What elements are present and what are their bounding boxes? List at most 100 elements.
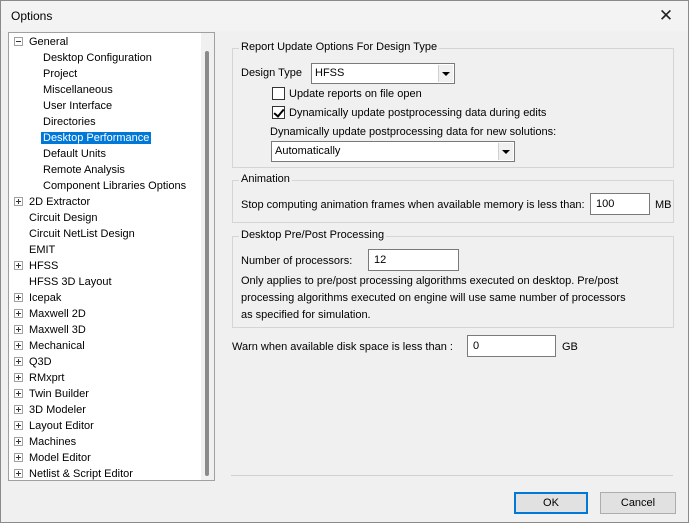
tree-item-label: Layout Editor	[29, 420, 94, 432]
tree-item[interactable]: Mechanical	[14, 338, 87, 354]
tree-item[interactable]: 3D Modeler	[14, 402, 88, 418]
expand-plus-icon[interactable]	[14, 197, 23, 206]
animation-memory-input[interactable]: 100	[590, 193, 650, 215]
tree-item-label: Desktop Configuration	[43, 52, 152, 64]
expand-plus-icon[interactable]	[14, 405, 23, 414]
tree-item[interactable]: EMIT	[14, 242, 57, 258]
tree-item[interactable]: 2D Extractor	[14, 194, 92, 210]
tree-item[interactable]: Default Units	[41, 146, 108, 162]
tree-item[interactable]: Netlist & Script Editor	[14, 466, 135, 480]
design-type-value: HFSS	[315, 67, 345, 79]
tree-item[interactable]: User Interface	[41, 98, 114, 114]
footer-separator	[231, 475, 673, 476]
tree-item[interactable]: Icepak	[14, 290, 63, 306]
tree-item-label: Maxwell 2D	[29, 308, 86, 320]
options-tree[interactable]: General Desktop Configuration Project Misce…	[8, 32, 215, 481]
tree-item-label: User Interface	[43, 100, 113, 112]
tree-item-label: Circuit NetList Design	[29, 228, 135, 240]
expand-plus-icon[interactable]	[14, 389, 23, 398]
tree-item-label: Icepak	[29, 292, 62, 304]
expand-plus-icon[interactable]	[14, 341, 23, 350]
tree-scrollbar[interactable]	[201, 33, 214, 480]
collapse-minus-icon[interactable]	[14, 37, 23, 46]
expand-plus-icon[interactable]	[14, 293, 23, 302]
prepost-group-title: Desktop Pre/Post Processing	[239, 229, 387, 241]
tree-item-label: Desktop Performance	[41, 132, 152, 144]
tree-item[interactable]: Component Libraries Options	[41, 178, 188, 194]
tree-item[interactable]: Maxwell 3D	[14, 322, 88, 338]
tree-item[interactable]: Circuit NetList Design	[14, 226, 137, 242]
tree-item-label: Mechanical	[29, 340, 85, 352]
tree-item-label: Miscellaneous	[43, 84, 113, 96]
animation-memory-unit: MB	[655, 199, 672, 211]
close-icon: ✕	[658, 6, 674, 25]
expand-plus-icon[interactable]	[14, 357, 23, 366]
disk-warn-label: Warn when available disk space is less t…	[232, 341, 453, 353]
update-on-open-label[interactable]: Update reports on file open	[289, 88, 422, 100]
tree-item-label: Component Libraries Options	[43, 180, 187, 192]
window-title: Options	[11, 9, 53, 23]
tree-item[interactable]: General	[14, 34, 70, 50]
cancel-button[interactable]: Cancel	[600, 492, 676, 514]
prepost-note-line-2: processing algorithms executed on engine…	[241, 292, 626, 304]
disk-space-input[interactable]: 0	[467, 335, 556, 357]
tree-item-label: RMxprt	[29, 372, 65, 384]
new-solutions-value: Automatically	[275, 145, 341, 157]
tree-item[interactable]: Layout Editor	[14, 418, 96, 434]
tree-item-label: Maxwell 3D	[29, 324, 86, 336]
dynamic-update-label[interactable]: Dynamically update postprocessing data d…	[289, 107, 546, 119]
prepost-note-line-1: Only applies to pre/post processing algo…	[241, 275, 619, 287]
ok-button[interactable]: OK	[514, 492, 588, 514]
design-type-dropdown[interactable]: HFSS	[311, 63, 455, 84]
processors-input[interactable]: 12	[368, 249, 459, 271]
tree-item-label: EMIT	[29, 244, 56, 256]
tree-item[interactable]: Twin Builder	[14, 386, 91, 402]
expand-plus-icon[interactable]	[14, 325, 23, 334]
tree-item-label: HFSS	[29, 260, 59, 272]
tree-item-label: Remote Analysis	[43, 164, 125, 176]
tree-item[interactable]: Machines	[14, 434, 78, 450]
update-on-open-checkbox[interactable]	[272, 87, 285, 100]
animation-stop-label: Stop computing animation frames when ava…	[241, 199, 585, 211]
tree-item[interactable]: Circuit Design	[14, 210, 99, 226]
tree-item-label: Model Editor	[29, 452, 91, 464]
tree-item[interactable]: Q3D	[14, 354, 54, 370]
tree-item-label: Project	[43, 68, 78, 80]
tree-item[interactable]: Desktop Performance	[41, 130, 152, 146]
expand-plus-icon[interactable]	[14, 469, 23, 478]
expand-plus-icon[interactable]	[14, 437, 23, 446]
chevron-down-icon[interactable]	[438, 65, 453, 82]
processors-label: Number of processors:	[241, 255, 353, 267]
tree-scrollbar-thumb[interactable]	[205, 51, 209, 476]
tree-item[interactable]: Miscellaneous	[41, 82, 115, 98]
tree-item[interactable]: Directories	[41, 114, 98, 130]
new-solutions-label: Dynamically update postprocessing data f…	[270, 126, 557, 138]
new-solutions-dropdown[interactable]: Automatically	[271, 141, 515, 162]
dynamic-update-checkbox[interactable]	[272, 106, 285, 119]
tree-item-label: HFSS 3D Layout	[29, 276, 112, 288]
expand-plus-icon[interactable]	[14, 373, 23, 382]
expand-plus-icon[interactable]	[14, 421, 23, 430]
tree-item-label: Directories	[43, 116, 96, 128]
close-button[interactable]: ✕	[644, 1, 688, 31]
tree-item-label: Netlist & Script Editor	[29, 468, 133, 480]
tree-item[interactable]: Remote Analysis	[41, 162, 127, 178]
tree-item[interactable]: Desktop Configuration	[41, 50, 154, 66]
tree-item[interactable]: Model Editor	[14, 450, 93, 466]
disk-space-unit: GB	[562, 341, 578, 353]
expand-plus-icon[interactable]	[14, 261, 23, 270]
expand-plus-icon[interactable]	[14, 309, 23, 318]
tree-item[interactable]: HFSS	[14, 258, 60, 274]
tree-item-label: Default Units	[43, 148, 106, 160]
expand-plus-icon[interactable]	[14, 453, 23, 462]
tree-item[interactable]: Maxwell 2D	[14, 306, 88, 322]
tree-item[interactable]: HFSS 3D Layout	[14, 274, 114, 290]
tree-item-label: Q3D	[29, 356, 52, 368]
chevron-down-icon[interactable]	[498, 143, 513, 160]
tree-item[interactable]: Project	[41, 66, 79, 82]
tree-item-label: 3D Modeler	[29, 404, 86, 416]
prepost-note-line-3: as specified for simulation.	[241, 309, 371, 321]
tree-item[interactable]: RMxprt	[14, 370, 66, 386]
tree-item-label: Circuit Design	[29, 212, 98, 224]
tree-item-label: Twin Builder	[29, 388, 89, 400]
